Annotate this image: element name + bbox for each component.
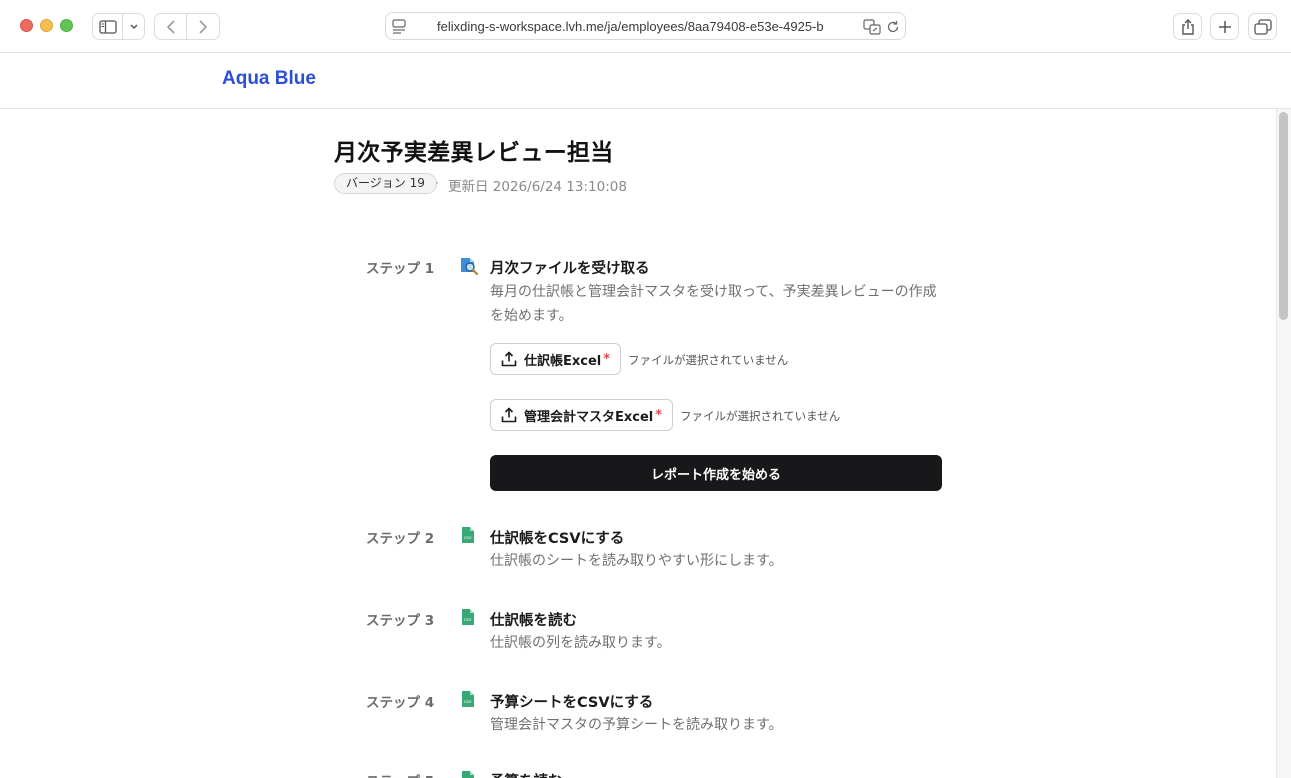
upload-icon [501,407,517,423]
file-status-text: ファイルが選択されていません [680,409,841,423]
url-fade [826,15,856,37]
file-status-text: ファイルが選択されていません [628,353,789,367]
forward-button[interactable] [187,13,220,40]
step-title: 予算を読む [490,770,563,778]
minimize-window-button[interactable] [40,19,53,32]
svg-text:csv: csv [464,700,472,705]
meta-separator: · [435,176,439,190]
upload-label: 仕訳帳Excel [524,353,602,369]
scrollbar-thumb[interactable] [1279,112,1288,320]
close-window-button[interactable] [20,19,33,32]
sidebar-toggle-button[interactable] [92,13,123,40]
share-icon [1181,18,1194,35]
back-button[interactable] [154,13,187,40]
url-text: felixding-s-workspace.lvh.me/ja/employee… [437,19,824,34]
start-report-button[interactable]: レポート作成を始める [490,455,942,491]
step-label: ステップ 2 [366,531,435,547]
tab-overview-button[interactable] [1248,13,1277,40]
step-title: 仕訳帳をCSVにする [490,531,625,547]
brand-logo[interactable]: Aqua Blue [222,68,316,90]
app-header: Aqua Blue [0,53,1291,109]
reload-icon[interactable] [886,19,900,38]
step-title: 予算シートをCSVにする [490,695,654,711]
journal-excel-upload-button[interactable]: 仕訳帳Excel * [490,343,622,375]
tab-overview-icon [1253,18,1272,35]
address-bar[interactable]: felixding-s-workspace.lvh.me/ja/employee… [385,12,906,40]
required-mark: * [655,407,663,423]
browser-toolbar: felixding-s-workspace.lvh.me/ja/employee… [0,0,1291,53]
updated-timestamp: 更新日 2026/6/24 13:10:08 [448,179,627,195]
chevron-left-icon [166,19,175,34]
upload-icon [501,351,517,367]
step-description: 仕訳帳の列を読み取ります。 [490,635,671,651]
sidebar-icon [98,19,117,34]
chevron-down-icon [129,23,138,29]
step-label: ステップ 4 [366,695,435,711]
required-mark: * [603,351,611,367]
upload-label: 管理会計マスタExcel [524,409,654,425]
svg-text:csv: csv [464,618,472,623]
master-excel-upload-button[interactable]: 管理会計マスタExcel * [490,399,674,431]
plus-icon [1218,20,1231,33]
version-badge: バージョン 19 [334,173,437,194]
step-title: 月次ファイルを受け取る [490,261,650,277]
step-label: ステップ 1 [366,261,435,277]
magnifier-file-icon [459,256,479,280]
step-description: 管理会計マスタの予算シートを読み取ります。 [490,717,783,733]
page-menu-icon[interactable] [392,19,406,39]
svg-text:csv: csv [464,536,472,541]
page-title: 月次予実差異レビュー担当 [334,140,614,166]
csv-file-icon: csv [459,526,477,548]
step-label: ステップ 3 [366,613,435,629]
share-button[interactable] [1173,13,1202,40]
step-description: 仕訳帳のシートを読み取りやすい形にします。 [490,553,783,569]
translate-icon[interactable] [863,19,881,39]
new-tab-button[interactable] [1210,13,1239,40]
chevron-right-icon [199,19,208,34]
step-label: ステップ 5 [366,770,434,778]
zoom-window-button[interactable] [60,19,73,32]
sidebar-dropdown-button[interactable] [123,13,145,40]
step-description: 毎月の仕訳帳と管理会計マスタを受け取って、予実差異レビューの作成を始めます。 [490,284,937,324]
csv-file-icon [459,770,477,778]
csv-file-icon: csv [459,690,477,712]
csv-file-icon: csv [459,608,477,630]
step-title: 仕訳帳を読む [490,613,577,629]
